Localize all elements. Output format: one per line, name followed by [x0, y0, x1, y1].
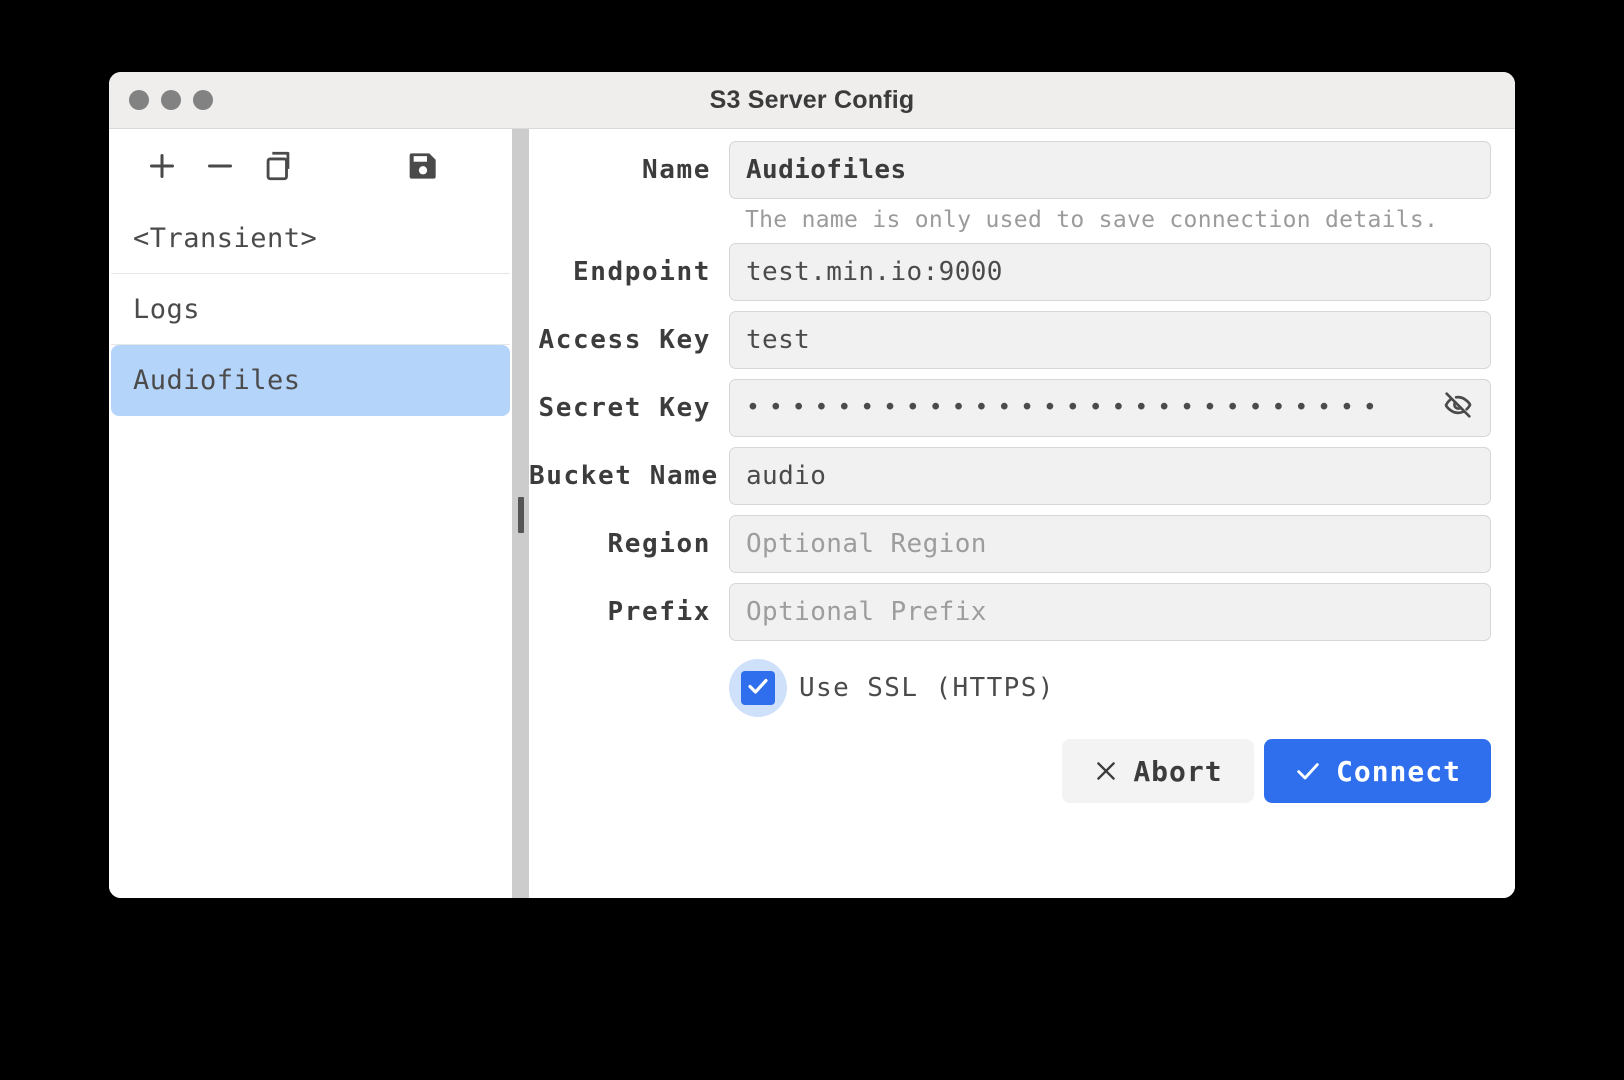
- name-help-text: The name is only used to save connection…: [745, 207, 1439, 233]
- title-bar: S3 Server Config: [109, 72, 1515, 129]
- connection-name: Audiofiles: [133, 364, 301, 396]
- connections-pane: <Transient> Logs Audiofiles: [109, 129, 512, 898]
- copy-icon: [261, 149, 295, 183]
- list-item[interactable]: Logs: [111, 274, 510, 345]
- eye-off-icon: [1442, 389, 1474, 428]
- name-input[interactable]: Audiofiles: [729, 141, 1491, 199]
- minimize-window-button[interactable]: [161, 90, 181, 110]
- bucket-name-label: Bucket Name: [529, 461, 719, 491]
- bucket-name-input[interactable]: audio: [729, 447, 1491, 505]
- form-row-bucket-name: Bucket Name audio: [529, 447, 1491, 505]
- form-row-secret-key: Secret Key ••••••••••••••••••••••••••••: [529, 379, 1491, 437]
- form-row-endpoint: Endpoint test.min.io:9000: [529, 243, 1491, 301]
- use-ssl-checkbox[interactable]: [729, 659, 787, 717]
- form-row-prefix: Prefix Optional Prefix: [529, 583, 1491, 641]
- connections-list: <Transient> Logs Audiofiles: [109, 203, 512, 898]
- config-form: Name Audiofiles The name is only used to…: [529, 129, 1515, 898]
- name-help-row: The name is only used to save connection…: [529, 207, 1491, 233]
- abort-button[interactable]: Abort: [1061, 739, 1254, 803]
- list-item[interactable]: Audiofiles: [111, 345, 510, 416]
- maximize-window-button[interactable]: [193, 90, 213, 110]
- split-container: <Transient> Logs Audiofiles Name Audiofi…: [109, 129, 1515, 898]
- endpoint-label: Endpoint: [572, 257, 711, 287]
- save-connection-button[interactable]: [394, 137, 452, 195]
- region-input[interactable]: Optional Region: [729, 515, 1491, 573]
- close-window-button[interactable]: [129, 90, 149, 110]
- checkbox-box: [741, 671, 775, 705]
- connection-name: <Transient>: [133, 222, 318, 254]
- form-row-name: Name Audiofiles: [529, 141, 1491, 199]
- connect-button[interactable]: Connect: [1263, 739, 1491, 803]
- close-x-icon: [1093, 758, 1119, 784]
- secret-key-input[interactable]: ••••••••••••••••••••••••••••: [729, 379, 1491, 437]
- use-ssl-row: Use SSL (HTTPS): [529, 659, 1491, 717]
- prefix-input[interactable]: Optional Prefix: [729, 583, 1491, 641]
- region-label: Region: [607, 529, 711, 559]
- secret-key-mask: ••••••••••••••••••••••••••••: [746, 394, 1386, 421]
- form-row-access-key: Access Key test: [529, 311, 1491, 369]
- connections-toolbar: [109, 129, 512, 203]
- access-key-input[interactable]: test: [729, 311, 1491, 369]
- access-key-label: Access Key: [538, 325, 711, 355]
- toggle-secret-visibility-button[interactable]: [1438, 388, 1478, 428]
- page-title: S3 Server Config: [709, 85, 915, 114]
- connection-name: Logs: [133, 293, 201, 325]
- pane-splitter[interactable]: [512, 129, 529, 898]
- add-connection-button[interactable]: [133, 137, 191, 195]
- connect-button-label: Connect: [1335, 754, 1461, 788]
- endpoint-input[interactable]: test.min.io:9000: [729, 243, 1491, 301]
- name-label: Name: [641, 155, 711, 185]
- form-row-region: Region Optional Region: [529, 515, 1491, 573]
- traffic-light-group: [129, 72, 213, 128]
- abort-button-label: Abort: [1133, 754, 1223, 788]
- duplicate-connection-button[interactable]: [249, 137, 307, 195]
- prefix-label: Prefix: [607, 597, 711, 627]
- use-ssl-label[interactable]: Use SSL (HTTPS): [799, 673, 1055, 703]
- list-item[interactable]: <Transient>: [111, 203, 510, 274]
- remove-connection-button[interactable]: [191, 137, 249, 195]
- dialog-button-row: Abort Connect: [529, 739, 1491, 803]
- check-icon: [746, 674, 770, 702]
- minus-icon: [202, 148, 238, 184]
- splitter-grip[interactable]: [518, 497, 524, 533]
- s3-config-window: S3 Server Config <Transient> Logs Audiof…: [109, 72, 1515, 898]
- check-icon: [1294, 757, 1322, 785]
- floppy-save-icon: [407, 150, 439, 182]
- secret-key-label: Secret Key: [538, 393, 711, 423]
- plus-icon: [144, 148, 180, 184]
